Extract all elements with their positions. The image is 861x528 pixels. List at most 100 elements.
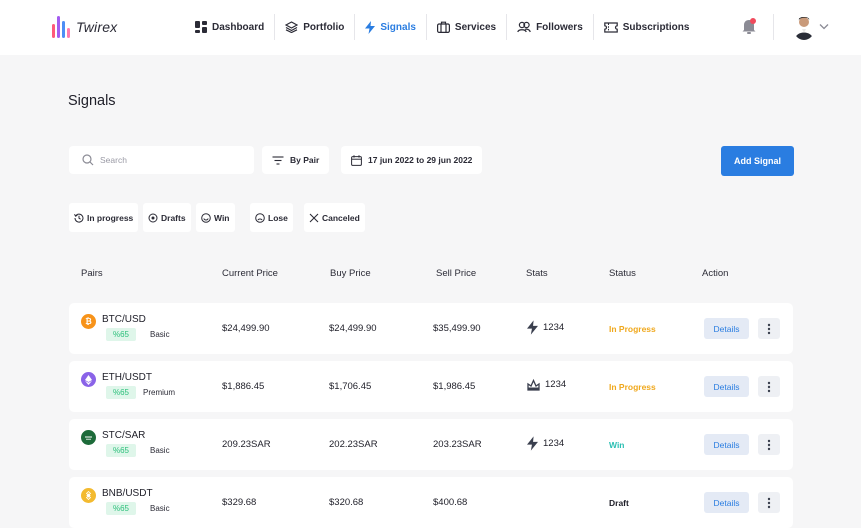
sell-price: 203.23SAR (433, 439, 482, 450)
app-logo[interactable]: Twirex (52, 16, 117, 38)
table-row: ₿ BTC/USD %65 Basic $24,499.90 $24,499.9… (69, 303, 793, 354)
more-options-button[interactable] (758, 318, 780, 339)
details-button[interactable]: Details (704, 318, 749, 339)
search-box[interactable] (69, 146, 254, 174)
status-filter-label: Drafts (161, 212, 186, 223)
nav-item-dashboard[interactable]: Dashboard (185, 14, 276, 40)
stats: 1234 (527, 436, 564, 451)
bell-icon[interactable] (741, 17, 757, 35)
more-vertical-icon (767, 439, 771, 450)
more-vertical-icon (767, 381, 771, 392)
ticket-icon (603, 21, 618, 33)
crown-icon (527, 378, 540, 391)
buy-price: $1,706.45 (329, 381, 372, 392)
details-button[interactable]: Details (704, 492, 749, 513)
status-badge: In Progress (609, 324, 656, 334)
current-price: $24,499.90 (222, 323, 270, 334)
stats: 1234 (527, 378, 566, 391)
nav-item-services[interactable]: Services (427, 14, 508, 40)
saudi-flag-icon (81, 430, 96, 445)
nav-label: Services (454, 21, 497, 33)
close-icon (309, 213, 319, 222)
details-button[interactable]: Details (704, 434, 749, 455)
nav-item-subscriptions[interactable]: Subscriptions (594, 14, 700, 40)
column-header-status[interactable]: Status (609, 268, 636, 279)
more-options-button[interactable] (758, 434, 780, 455)
plan-label: Premium (143, 388, 176, 397)
sad-icon (255, 212, 265, 223)
more-options-button[interactable] (758, 492, 780, 513)
column-header-action: Action (702, 268, 729, 279)
status-filter-canceled[interactable]: Canceled (304, 203, 365, 232)
table-row: STC/SAR %65 Basic 209.23SAR 202.23SAR 20… (69, 419, 793, 470)
details-button[interactable]: Details (704, 376, 749, 397)
column-header-sell-price[interactable]: Sell Price (436, 268, 476, 279)
top-navbar: Twirex Dashboard Portfolio Signals Servi… (0, 0, 861, 55)
bitcoin-icon: ₿ (81, 314, 96, 329)
app-name: Twirex (76, 19, 118, 35)
pair-name[interactable]: BTC/USD (102, 314, 146, 325)
status-filter-in-progress[interactable]: In progress (69, 203, 139, 232)
users-icon (517, 21, 531, 33)
percentage-badge: %65 (106, 328, 136, 341)
buy-price: $24,499.90 (329, 323, 377, 334)
column-header-pairs[interactable]: Pairs (81, 268, 103, 279)
status-filter-drafts[interactable]: Drafts (143, 203, 191, 232)
stats: 1234 (527, 320, 564, 335)
more-options-button[interactable] (758, 376, 780, 397)
nav-item-signals[interactable]: Signals (355, 14, 427, 40)
nav-item-followers[interactable]: Followers (507, 14, 594, 40)
status-filter-label: Canceled (322, 212, 360, 223)
pair-name[interactable]: STC/SAR (102, 430, 145, 441)
nav-item-portfolio[interactable]: Portfolio (275, 14, 356, 40)
stats-value: 1234 (543, 322, 565, 333)
divider (773, 14, 774, 40)
status-badge: Draft (609, 498, 629, 508)
status-filter-lose[interactable]: Lose (250, 203, 293, 232)
more-vertical-icon (767, 497, 771, 508)
date-range-label: 17 jun 2022 to 29 jun 2022 (368, 155, 473, 165)
pair-name[interactable]: ETH/USDT (102, 372, 152, 383)
bolt-icon (365, 20, 376, 34)
column-header-buy-price[interactable]: Buy Price (330, 268, 371, 279)
briefcase-icon (436, 21, 450, 33)
layers-icon (285, 21, 299, 33)
buy-price: 202.23SAR (329, 439, 378, 450)
plan-label: Basic (150, 446, 170, 455)
column-header-current-price[interactable]: Current Price (222, 268, 278, 279)
dashboard-icon (195, 21, 207, 33)
status-badge: Win (609, 440, 625, 450)
logo-icon (52, 16, 70, 38)
plan-label: Basic (150, 504, 170, 513)
sell-price: $35,499.90 (433, 323, 481, 334)
search-icon (82, 154, 94, 166)
draft-icon (148, 213, 158, 222)
stats-value: 1234 (545, 379, 567, 390)
add-signal-button[interactable]: Add Signal (721, 146, 794, 176)
sell-price: $1,986.45 (433, 381, 476, 392)
current-price: $1,886.45 (222, 381, 265, 392)
column-header-stats[interactable]: Stats (526, 268, 548, 279)
date-range-picker[interactable]: 17 jun 2022 to 29 jun 2022 (341, 146, 483, 174)
status-filter-win[interactable]: Win (196, 203, 235, 232)
bolt-icon (527, 320, 538, 335)
search-input[interactable] (100, 155, 240, 165)
nav-label: Signals (380, 21, 416, 33)
plan-label: Basic (150, 330, 170, 339)
current-price: $329.68 (222, 497, 257, 508)
filter-icon (272, 155, 284, 165)
table-row: ETH/USDT %65 Premium $1,886.45 $1,706.45… (69, 361, 793, 412)
sell-price: $400.68 (433, 497, 468, 508)
by-pair-label: By Pair (290, 155, 320, 165)
pair-name[interactable]: BNB/USDT (102, 488, 153, 499)
chevron-down-icon[interactable] (819, 23, 829, 30)
bolt-icon (527, 436, 538, 451)
nav-label: Portfolio (303, 21, 345, 33)
avatar[interactable] (793, 14, 815, 40)
status-badge: In Progress (609, 382, 656, 392)
by-pair-filter[interactable]: By Pair (262, 146, 330, 174)
status-filter-label: Lose (268, 212, 288, 223)
percentage-badge: %65 (106, 444, 136, 457)
nav-label: Dashboard (212, 21, 265, 33)
binance-icon (81, 488, 96, 503)
